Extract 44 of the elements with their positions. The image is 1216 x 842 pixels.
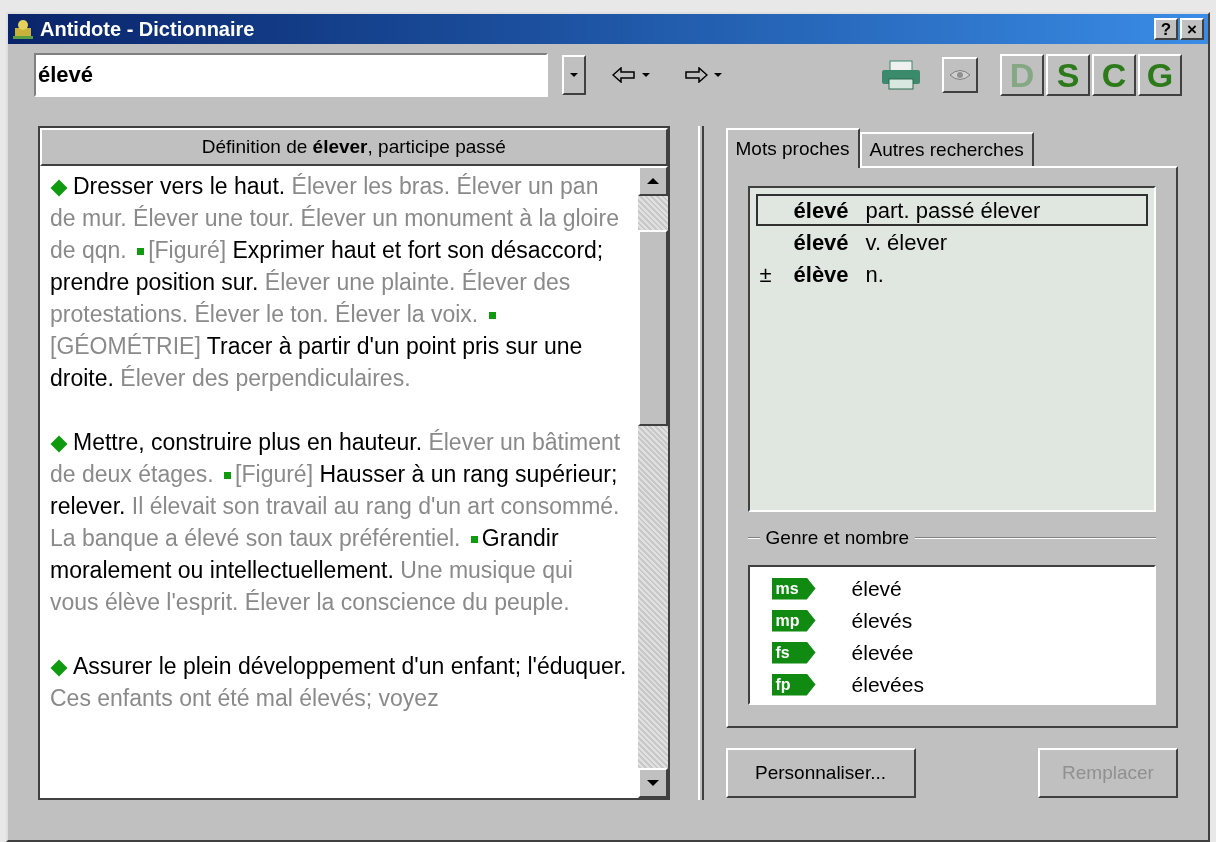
right-arrow-icon [684,67,708,83]
bullet-icon [470,536,478,544]
bullet-icon [488,312,496,320]
definition-paragraph: Dresser vers le haut. Élever les bras. Élever un pan de mur. Élever une tour. Élever un monument à la gloire de qqn. [Figuré] Exprimer haut et fort son désaccord; prendre position sur. Élever une plainte. Élever des protestations. Élever le ton. Élever la voix. [GÉOMÉTRIE] Tracer à partir d'un point pris sur une droite. Élever des perpendiculaires. [50,172,620,393]
window-title: Antidote - Dictionnaire [40,17,255,42]
tab[interactable]: Mots proches [725,128,860,168]
group-legend: Genre et nombre [765,524,910,553]
near-word-row[interactable]: élevé v. élever [755,226,1148,258]
form-word: élevées [851,671,924,698]
scrollbar[interactable] [637,166,668,798]
definition-paragraph: Mettre, construire plus en hauteur. Élever un bâtiment de deux étages. [Figuré] Hausser à un rang supérieur; relever. Il élevait son travail au rang d'un art consommé. La banque a élevé son taux préférentiel. Grandir moralement ou intellectuellement. Une musique qui vous élève l'esprit. Élever la conscience du peuple. [50,428,622,617]
search-field[interactable]: élevé [34,53,548,97]
help-button[interactable]: ? [1154,18,1178,40]
app-icon [12,18,34,40]
near-word-row[interactable]: élevé part. passé élever [755,194,1148,226]
tag-label: fs [771,641,816,664]
definition-heading: Définition de élever, participe passé [40,128,668,166]
form-word: élevé [851,575,902,602]
tab[interactable]: Autres recherches [859,132,1034,166]
form-word: élevés [851,607,913,634]
form-word: élevée [851,639,914,666]
definition-paragraph: Assurer le plein développement d'un enfant; l'éduquer. Ces enfants ont été mal élevés; voyez [50,652,628,713]
bullet-icon [137,248,145,256]
close-button[interactable]: × [1180,18,1204,40]
customize-button[interactable]: Personnaliser... [725,748,916,798]
tag-label: ms [771,577,816,600]
scroll-thumb[interactable] [637,230,668,426]
caret-icon [714,73,722,77]
dropdown-button[interactable] [562,55,586,95]
bullet-icon [224,472,232,480]
scroll-down-button[interactable] [637,768,668,798]
printer-icon [880,59,922,91]
eye-button[interactable] [942,57,978,93]
caret-icon [642,73,650,77]
left-arrow-icon [612,67,636,83]
print-button[interactable] [880,59,922,91]
tag-label: fp [771,673,816,696]
row-mark: ± [759,260,772,289]
near-word-row[interactable]: ± élève n. [755,258,1148,290]
caret-icon [570,73,578,77]
down-arrow-icon [646,780,659,786]
scroll-up-button[interactable] [637,166,668,196]
tag-label: mp [771,609,816,632]
up-arrow-icon [646,178,659,184]
